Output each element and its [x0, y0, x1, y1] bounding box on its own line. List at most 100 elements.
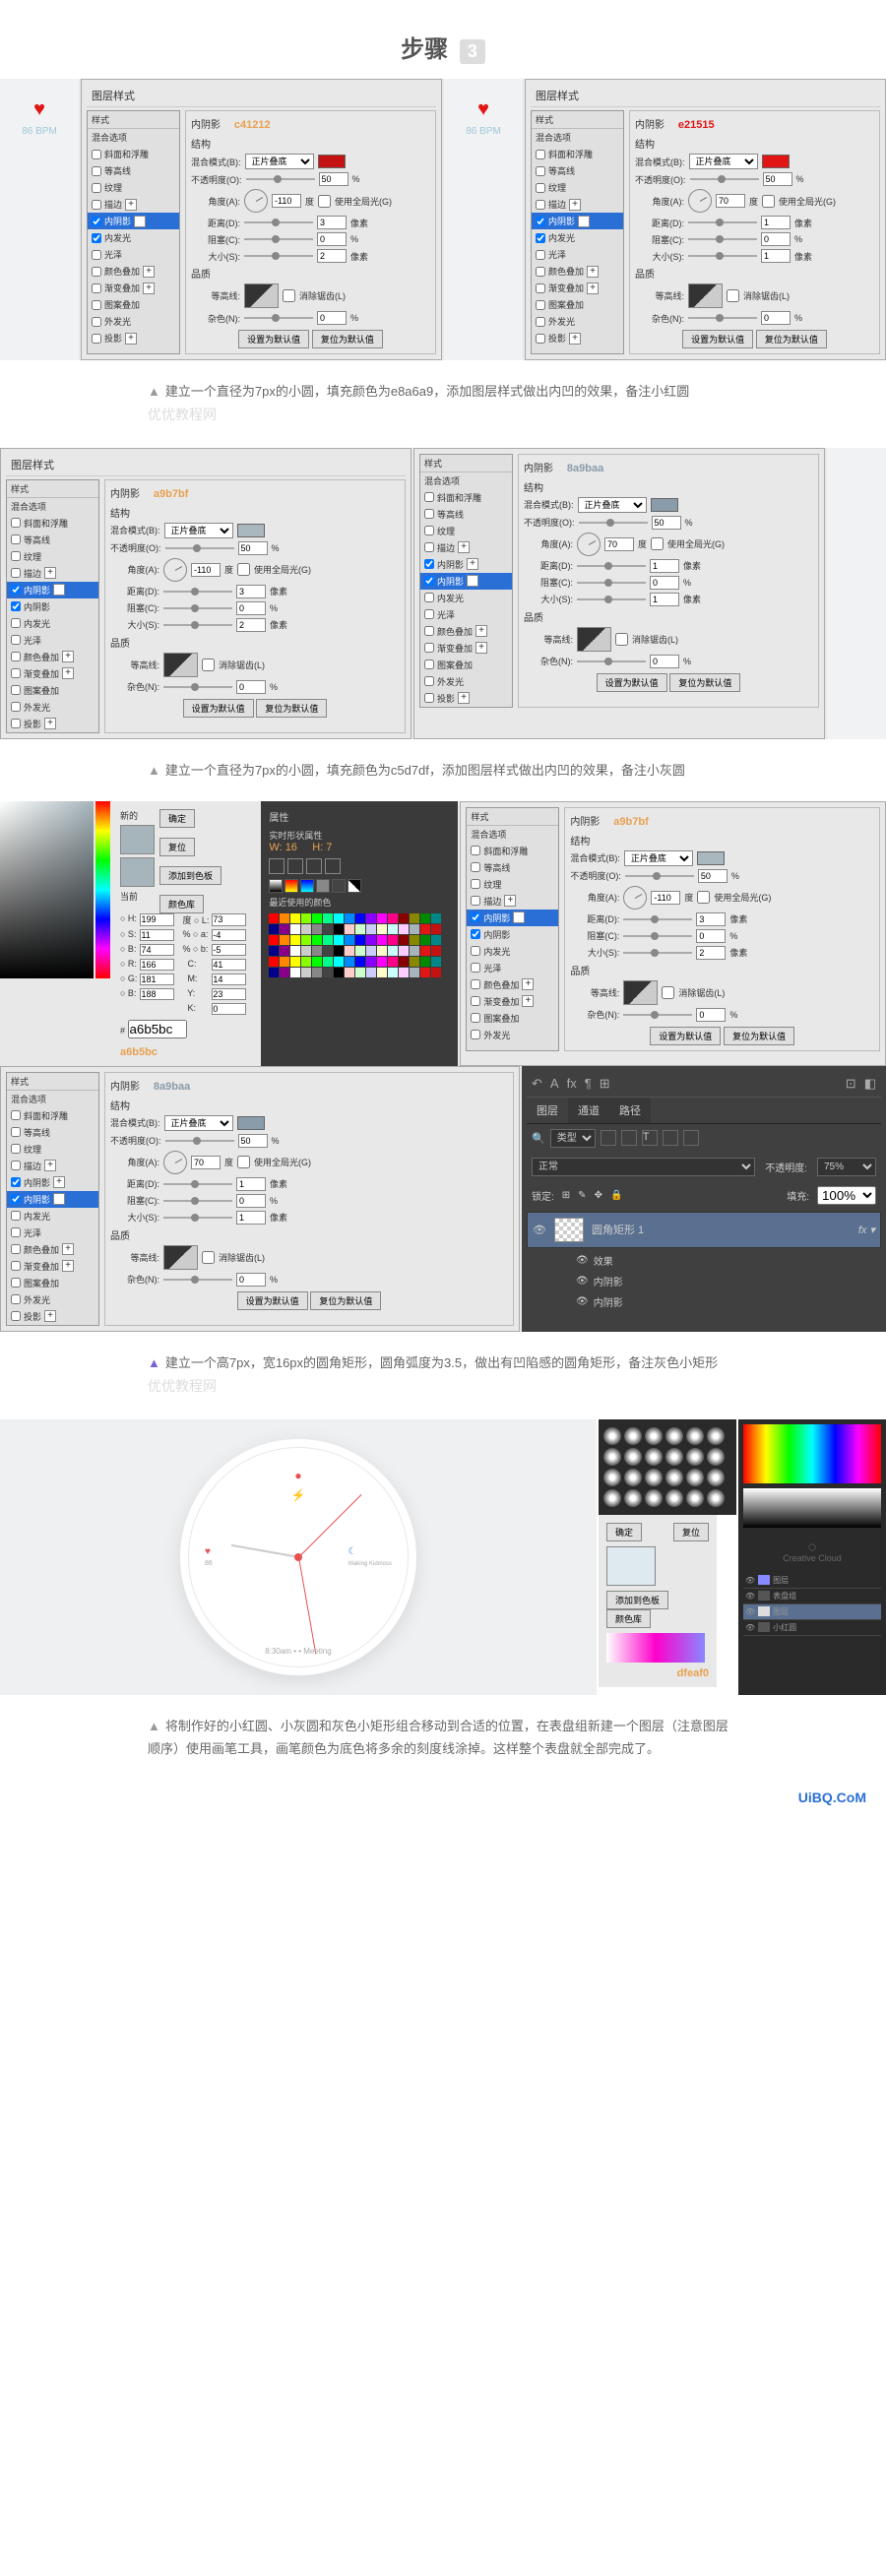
cb[interactable] [11, 1194, 21, 1204]
color-swatch[interactable] [420, 957, 430, 967]
slider[interactable] [623, 1014, 692, 1016]
input[interactable] [650, 655, 679, 668]
cb[interactable] [11, 1127, 21, 1137]
style-pattern-overlay[interactable]: 图案叠加 [88, 296, 179, 313]
add-icon[interactable]: + [125, 333, 137, 345]
opacity-select[interactable]: 75% [817, 1158, 876, 1176]
brush-preset[interactable] [686, 1427, 704, 1445]
lock-all-icon[interactable]: 🔒 [610, 1190, 622, 1201]
layer-item[interactable]: 👁 小红圆 [743, 1620, 881, 1636]
add-icon[interactable]: + [143, 266, 155, 278]
color-swatch[interactable] [388, 924, 398, 934]
cb[interactable] [424, 626, 434, 636]
input[interactable] [652, 516, 681, 530]
blend-options[interactable]: 混合选项 [7, 498, 98, 515]
color-swatch[interactable] [334, 924, 344, 934]
color-swatch[interactable] [410, 924, 419, 934]
slider[interactable] [163, 1279, 232, 1281]
noise-input[interactable] [317, 311, 347, 325]
reset-default-button[interactable]: 复位为默认值 [310, 1291, 381, 1310]
style-item[interactable]: 等高线 [467, 859, 558, 876]
color-swatch[interactable] [312, 935, 322, 945]
cb[interactable] [11, 1110, 21, 1120]
style-item[interactable]: 内阴影+ [420, 556, 512, 573]
color-swatch[interactable] [420, 968, 430, 977]
style-item[interactable]: 等高线 [420, 506, 512, 523]
set-default-button[interactable]: 设置为默认值 [238, 330, 309, 348]
filter-shape-icon[interactable] [663, 1130, 678, 1146]
style-contour[interactable]: 等高线 [532, 162, 623, 179]
input[interactable] [236, 618, 266, 632]
select[interactable]: 正片叠底 [164, 523, 233, 538]
color-swatch[interactable] [388, 946, 398, 956]
color-swatch[interactable] [269, 913, 279, 923]
add-icon[interactable]: + [62, 651, 74, 662]
brush-preset[interactable] [645, 1427, 663, 1445]
reset-default-button[interactable]: 复位为默认值 [312, 330, 383, 348]
brush-preset[interactable] [686, 1469, 704, 1486]
color-swatch[interactable] [280, 957, 289, 967]
select[interactable]: 正片叠底 [164, 1115, 233, 1131]
color-swatch[interactable] [280, 913, 289, 923]
slider[interactable] [577, 660, 646, 662]
brush-preset[interactable] [624, 1427, 642, 1445]
tab-paths[interactable]: 路径 [609, 1098, 651, 1123]
cb[interactable] [424, 576, 434, 586]
color-swatch[interactable] [312, 946, 322, 956]
cb[interactable] [92, 250, 101, 260]
cb[interactable] [92, 183, 101, 193]
style-inner-glow[interactable]: 内发光 [532, 229, 623, 246]
color-swatch[interactable] [290, 946, 300, 956]
style-item[interactable]: 斜面和浮雕 [467, 843, 558, 859]
h-input[interactable] [140, 913, 174, 926]
layer-name[interactable]: 圆角矩形 1 [592, 1222, 644, 1237]
hue-slider[interactable] [95, 801, 110, 978]
brush-preset[interactable] [707, 1427, 725, 1445]
color-swatch[interactable] [345, 913, 354, 923]
cb[interactable] [471, 846, 480, 855]
input[interactable] [696, 929, 726, 943]
slider[interactable] [163, 624, 232, 626]
brush-preset[interactable] [665, 1489, 683, 1507]
color-swatch[interactable] [345, 935, 354, 945]
color-swatch[interactable] [323, 946, 333, 956]
style-inner-shadow[interactable]: 内阴影+ [467, 910, 558, 926]
color-swatch[interactable] [280, 924, 289, 934]
slider[interactable] [690, 178, 759, 180]
style-item[interactable]: 外发光 [467, 1027, 558, 1043]
cb[interactable] [651, 537, 664, 550]
text-icon[interactable]: A [550, 1076, 559, 1092]
color-swatch[interactable] [377, 968, 387, 977]
slider[interactable] [163, 1200, 232, 1202]
brush-preset[interactable] [686, 1448, 704, 1466]
cb[interactable] [92, 200, 101, 210]
color-swatch[interactable] [301, 968, 311, 977]
cb[interactable] [536, 267, 545, 277]
cb[interactable] [471, 1030, 480, 1039]
color-lib-button[interactable]: 颜色库 [606, 1609, 651, 1628]
filter-adjust-icon[interactable] [621, 1130, 637, 1146]
color-swatch[interactable] [290, 913, 300, 923]
input[interactable] [698, 869, 728, 883]
add-icon[interactable]: + [53, 584, 65, 596]
cb[interactable] [11, 685, 21, 695]
style-outer-glow[interactable]: 外发光 [88, 313, 179, 330]
slider[interactable] [688, 238, 757, 240]
color-swatch[interactable] [312, 957, 322, 967]
cb[interactable] [424, 609, 434, 619]
select[interactable]: 正片叠底 [624, 850, 693, 866]
fx-icon[interactable]: fx [567, 1076, 577, 1092]
cb[interactable] [92, 233, 101, 243]
value-spectrum[interactable] [743, 1488, 881, 1528]
style-item[interactable]: 颜色叠加+ [7, 1241, 98, 1258]
input[interactable] [696, 912, 726, 926]
add-icon[interactable]: + [458, 541, 470, 553]
add-icon[interactable]: + [467, 558, 478, 570]
color-swatch[interactable] [301, 924, 311, 934]
cb[interactable] [11, 1244, 21, 1254]
cb[interactable] [471, 1013, 480, 1023]
cb[interactable] [471, 896, 480, 906]
color-swatch[interactable] [345, 924, 354, 934]
color-swatch[interactable] [366, 946, 376, 956]
color-swatch[interactable] [355, 957, 365, 967]
